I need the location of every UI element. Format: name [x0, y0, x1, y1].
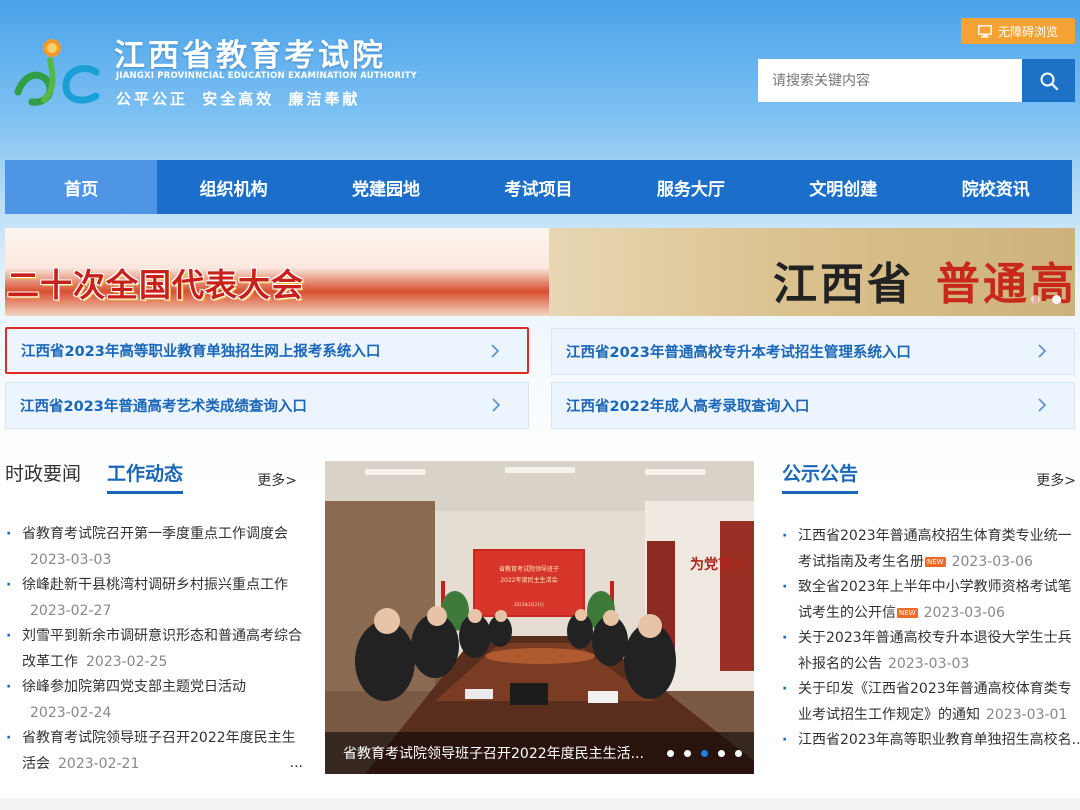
notices-tabs: 公示公告 更多> [782, 458, 1080, 494]
notices-section: 公示公告 更多> 江西省2023年普通高校招生体育类专业统一考试指南及考生名册N… [782, 458, 1080, 754]
banner-dot-active[interactable] [1052, 295, 1061, 304]
site-slogan: 公平公正 安全高效 廉洁奉献 [116, 90, 361, 108]
nav-item-service-hall[interactable]: 服务大厅 [615, 160, 767, 214]
banner-carousel[interactable]: 二十次全国代表大会 江西省 普通高 [5, 228, 1075, 316]
quick-link-vocational-enrollment[interactable]: 江西省2023年高等职业教育单独招生网上报考系统入口 [5, 327, 529, 374]
tab-current-affairs[interactable]: 时政要闻 [5, 459, 81, 494]
news-list: 省教育考试院召开第一季度重点工作调度会 2023-03-03 徐峰赴新干县桃湾村调… [5, 522, 305, 777]
notice-date: 2023-03-06 [923, 604, 1005, 621]
main-nav: 首页 组织机构 党建园地 考试项目 服务大厅 文明创建 院校资讯 [5, 160, 1072, 214]
quick-link-art-scores[interactable]: 江西省2023年普通高考艺术类成绩查询入口 [5, 382, 529, 429]
meeting-photo: 省教育考试院领导班子 2022年度民主生活会 2023年2月21日 为党育人 [325, 461, 754, 774]
tab-work-updates[interactable]: 工作动态 [107, 459, 184, 494]
photo-dot[interactable] [718, 750, 725, 757]
list-item[interactable]: 江西省2023年普通高校招生体育类专业统一考试指南及考生名册NEW2023-03… [782, 524, 1080, 575]
notices-list: 江西省2023年普通高校招生体育类专业统一考试指南及考生名册NEW2023-03… [782, 524, 1080, 754]
nav-item-college-news[interactable]: 院校资讯 [920, 160, 1072, 214]
page-bottom-strip [0, 798, 1080, 810]
list-item[interactable]: 刘雪平到新余市调研意识形态和普通高考综合改革工作2023-02-25 [5, 624, 305, 675]
list-item[interactable]: 徐峰参加院第四党支部主题党日活动 2023-02-24 [5, 675, 305, 726]
news-date: 2023-02-21 [58, 755, 140, 772]
search-box [758, 59, 1075, 102]
search-input[interactable] [758, 59, 1022, 102]
quick-link-label: 江西省2023年普通高校专升本考试招生管理系统入口 [566, 345, 911, 361]
news-title: 省教育考试院召开第一季度重点工作调度会 [22, 526, 288, 542]
news-ellipsis: ... [289, 755, 303, 771]
nav-item-home[interactable]: 首页 [5, 160, 158, 214]
nav-item-civilization[interactable]: 文明创建 [767, 160, 919, 214]
list-item[interactable]: 关于印发《江西省2023年普通高校体育类专业考试招生工作规定》的通知2023-0… [782, 677, 1080, 728]
banner-slide-right[interactable]: 江西省 普通高 [549, 228, 1075, 316]
news-date: 2023-02-27 [30, 602, 112, 619]
nav-item-exam-projects[interactable]: 考试项目 [462, 160, 614, 214]
photo-wall-text: 为党育人 [690, 556, 747, 573]
photo-dot[interactable] [684, 750, 691, 757]
quick-link-upgrade-exam[interactable]: 江西省2023年普通高校专升本考试招生管理系统入口 [551, 328, 1075, 375]
banner-dots [1031, 295, 1061, 304]
new-badge: NEW [897, 607, 918, 618]
site-header: 江西省教育考试院 JIANGXI PROVINNCIAL EDUCATION E… [0, 0, 1080, 160]
news-date: 2023-02-25 [86, 653, 168, 670]
photo-dot[interactable] [667, 750, 674, 757]
news-date: 2023-03-03 [30, 551, 112, 568]
banner-right-text: 江西省 普通高 [773, 248, 1075, 312]
chevron-right-icon [1038, 398, 1047, 412]
photo-screen-line1: 省教育考试院领导班子 [499, 565, 559, 573]
list-item[interactable]: 关于2023年普通高校专升本退役大学生士兵补报名的公告2023-03-03 [782, 626, 1080, 677]
news-title: 徐峰参加院第四党支部主题党日活动 [22, 679, 246, 695]
search-icon [1040, 72, 1058, 90]
banner-slide-left[interactable]: 二十次全国代表大会 [5, 228, 549, 316]
quick-link-label: 江西省2022年成人高考录取查询入口 [566, 399, 810, 415]
search-button[interactable] [1022, 59, 1075, 102]
list-item[interactable]: 省教育考试院召开第一季度重点工作调度会 2023-03-03 [5, 522, 305, 573]
photo-carousel[interactable]: 省教育考试院领导班子 2022年度民主生活会 2023年2月21日 为党育人 省… [325, 461, 754, 774]
quick-link-label: 江西省2023年普通高考艺术类成绩查询入口 [20, 399, 307, 415]
list-item[interactable]: 江西省2023年高等职业教育单独招生高校名... [782, 728, 1080, 754]
news-title: 徐峰赴新干县桃湾村调研乡村振兴重点工作 [22, 577, 288, 593]
logo-icon[interactable] [10, 30, 102, 110]
banner-right-dark-text: 江西省 [773, 259, 914, 310]
news-more-link[interactable]: 更多> [257, 470, 297, 490]
list-item[interactable]: 徐峰赴新干县桃湾村调研乡村振兴重点工作 2023-02-27 [5, 573, 305, 624]
photo-caption[interactable]: 省教育考试院领导班子召开2022年度民主生活 [343, 743, 644, 763]
photo-dot[interactable] [735, 750, 742, 757]
notices-more-link[interactable]: 更多> [1036, 470, 1076, 490]
list-item[interactable]: 致全省2023年上半年中小学教师资格考试笔试考生的公开信NEW2023-03-0… [782, 575, 1080, 626]
photo-dots [667, 750, 742, 757]
photo-dot-active[interactable] [701, 750, 708, 757]
news-tabs: 时政要闻 工作动态 更多> [5, 458, 305, 494]
quick-link-label: 江西省2023年高等职业教育单独招生网上报考系统入口 [21, 344, 381, 360]
photo-screen-line2: 2022年度民主生活会 [500, 576, 557, 584]
notice-title: 江西省2023年高等职业教育单独招生高校名... [798, 732, 1080, 748]
nav-item-party-building[interactable]: 党建园地 [310, 160, 462, 214]
monitor-icon [978, 24, 992, 38]
chevron-right-icon [1038, 344, 1047, 358]
new-badge: NEW [925, 556, 946, 567]
site-subtitle-en: JIANGXI PROVINNCIAL EDUCATION EXAMINATIO… [116, 71, 418, 81]
news-date: 2023-02-24 [30, 704, 112, 721]
notice-date: 2023-03-01 [986, 706, 1068, 723]
tab-notices[interactable]: 公示公告 [782, 459, 859, 494]
notice-date: 2023-03-03 [888, 655, 970, 672]
site-title: 江西省教育考试院 [114, 38, 386, 74]
quick-link-adult-admission[interactable]: 江西省2022年成人高考录取查询入口 [551, 382, 1075, 429]
chevron-right-icon [492, 398, 501, 412]
notice-date: 2023-03-06 [951, 553, 1033, 570]
accessibility-label: 无障碍浏览 [997, 24, 1058, 39]
chevron-right-icon [491, 344, 500, 358]
photo-screen-date: 2023年2月21日 [514, 601, 544, 607]
list-item[interactable]: 省教育考试院领导班子召开2022年度民主生活会2023-02-21 [5, 726, 305, 777]
banner-left-text: 二十次全国代表大会 [7, 266, 305, 304]
news-section: 时政要闻 工作动态 更多> 省教育考试院召开第一季度重点工作调度会 2023-03… [5, 458, 305, 777]
accessibility-button[interactable]: 无障碍浏览 [961, 18, 1075, 44]
nav-item-organization[interactable]: 组织机构 [157, 160, 309, 214]
banner-dot[interactable] [1031, 295, 1040, 304]
